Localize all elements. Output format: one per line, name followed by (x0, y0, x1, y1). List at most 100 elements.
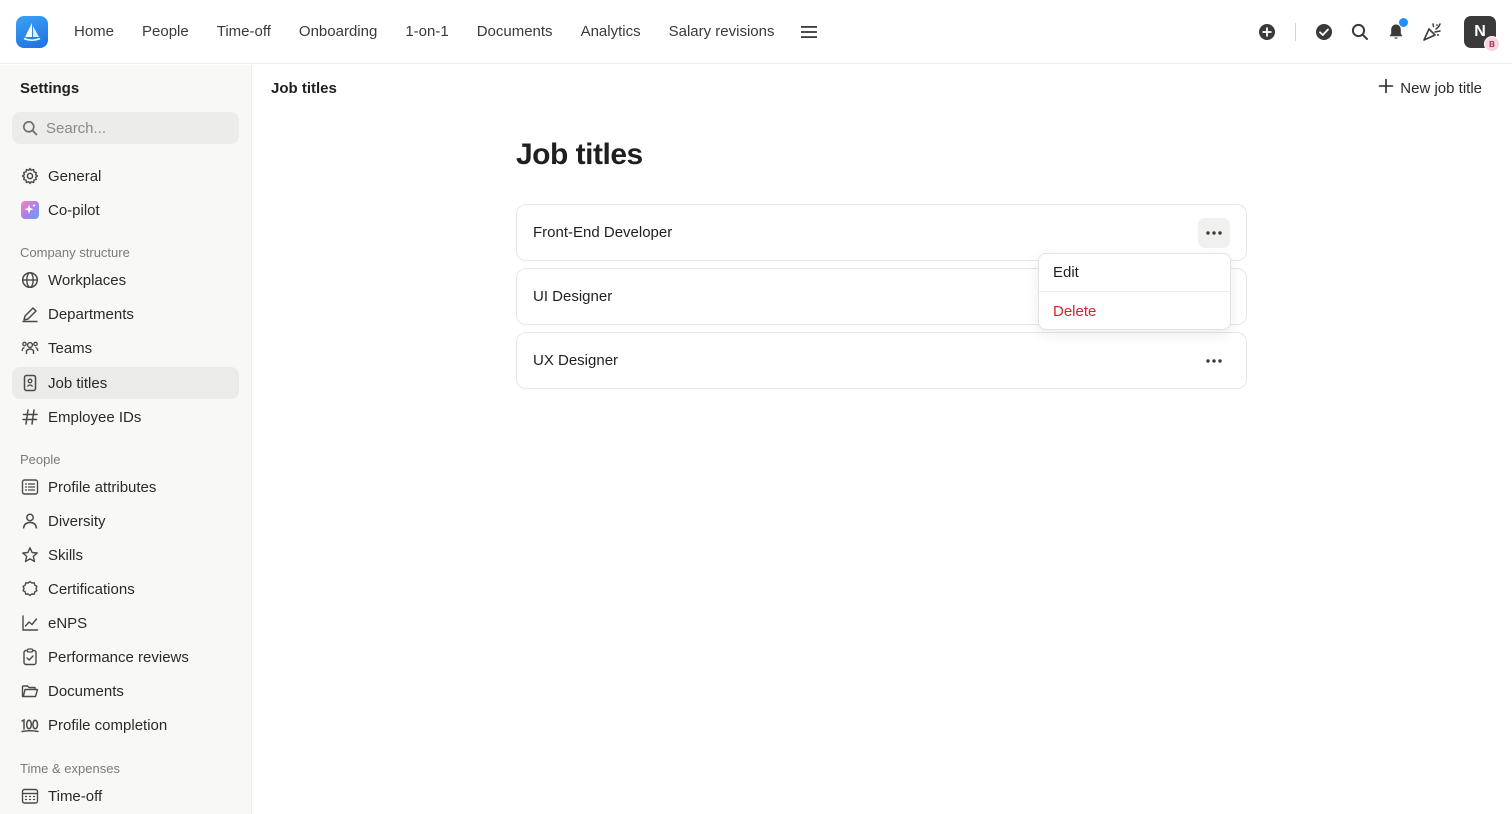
new-job-title-label: New job title (1400, 79, 1482, 97)
breadcrumb: Job titles (271, 80, 337, 97)
sparkle-icon (20, 200, 40, 220)
ellipsis-icon (1206, 359, 1222, 363)
job-title-name: Front-End Developer (533, 224, 673, 241)
sidebar-title: Settings (20, 80, 80, 97)
celebrations-button[interactable] (1420, 20, 1444, 44)
sidebar-item-label: Departments (48, 305, 134, 323)
sidebar-item-label: General (48, 167, 102, 185)
job-title-name: UX Designer (533, 352, 619, 369)
top-navigation-bar: Home People Time-off Onboarding 1-on-1 D… (0, 0, 1512, 64)
sidebar-item-label: Job titles (48, 374, 108, 392)
sidebar-item-performance-reviews[interactable]: Performance reviews (12, 641, 239, 673)
search-button[interactable] (1348, 20, 1372, 44)
delete-menu-item[interactable]: Delete (1039, 292, 1230, 330)
sidebar-item-label: Teams (48, 339, 93, 357)
more-menu-button[interactable] (794, 17, 824, 47)
more-options-button[interactable] (1198, 346, 1230, 376)
plus-icon (1378, 78, 1394, 98)
ellipsis-icon (1206, 231, 1222, 235)
top-right-actions: N B (1243, 14, 1500, 52)
hundred-icon (20, 715, 40, 735)
main-nav: Home People Time-off Onboarding 1-on-1 D… (60, 0, 824, 64)
row-actions-menu: Edit Delete (1038, 253, 1231, 330)
job-title-name: UI Designer (533, 288, 613, 305)
sidebar-item-job-titles[interactable]: Job titles (12, 367, 239, 399)
person-icon (20, 511, 40, 531)
new-job-title-button[interactable]: New job title (1378, 78, 1482, 98)
app-logo[interactable] (16, 16, 48, 48)
list-icon (20, 477, 40, 497)
section-people: People (20, 452, 61, 467)
notifications-button[interactable] (1384, 18, 1408, 44)
workspace-badge: B (1484, 36, 1500, 52)
star-icon (20, 545, 40, 565)
calendar-icon (20, 786, 40, 806)
nav-time-off[interactable]: Time-off (203, 0, 285, 64)
certificate-badge-icon (20, 579, 40, 599)
sidebar-item-label: Diversity (48, 512, 106, 530)
sidebar-item-profile-completion[interactable]: Profile completion (12, 709, 239, 741)
sidebar-item-profile-attributes[interactable]: Profile attributes (12, 471, 239, 503)
sidebar-item-time-off[interactable]: Time-off (12, 780, 239, 812)
sidebar-item-certifications[interactable]: Certifications (12, 573, 239, 605)
sidebar-item-label: Workplaces (48, 271, 127, 289)
more-options-button[interactable] (1198, 218, 1230, 248)
sidebar-search[interactable] (12, 112, 239, 144)
sailboat-icon (23, 23, 41, 42)
nav-home[interactable]: Home (60, 0, 128, 64)
page-title: Job titles (516, 138, 643, 171)
edit-menu-item[interactable]: Edit (1039, 254, 1230, 292)
team-icon (20, 338, 40, 358)
sidebar-item-label: Certifications (48, 580, 135, 598)
gear-icon (20, 166, 40, 186)
hash-icon (20, 407, 40, 427)
sidebar-item-label: Profile completion (48, 716, 168, 734)
sidebar-item-label: eNPS (48, 614, 88, 632)
avatar-initial: N (1474, 23, 1486, 40)
job-title-row[interactable]: UX Designer (516, 332, 1247, 389)
globe-icon (20, 270, 40, 290)
section-company-structure: Company structure (20, 245, 130, 260)
divider (1295, 23, 1296, 41)
sidebar-item-label: Documents (48, 682, 124, 700)
sidebar-item-documents[interactable]: Documents (12, 675, 239, 707)
sidebar-item-label: Performance reviews (48, 648, 189, 666)
add-button[interactable] (1255, 20, 1279, 44)
sidebar-item-label: Co-pilot (48, 201, 100, 219)
sidebar-item-general[interactable]: General (12, 160, 239, 192)
folder-icon (20, 681, 40, 701)
section-time-expenses: Time & expenses (20, 761, 120, 776)
sidebar-item-employee-ids[interactable]: Employee IDs (12, 401, 239, 433)
sidebar-item-label: Employee IDs (48, 408, 142, 426)
sidebar-item-label: Profile attributes (48, 478, 157, 496)
settings-sidebar: Settings General (0, 65, 252, 814)
sidebar-item-departments[interactable]: Departments (12, 298, 239, 330)
check-circle-icon (1316, 24, 1332, 40)
user-avatar[interactable]: N B (1464, 16, 1500, 52)
pen-icon (20, 304, 40, 324)
sidebar-item-label: Skills (48, 546, 84, 564)
hamburger-icon (801, 26, 818, 38)
nav-1-on-1[interactable]: 1-on-1 (391, 0, 462, 64)
nav-salary-revisions[interactable]: Salary revisions (655, 0, 789, 64)
sidebar-item-diversity[interactable]: Diversity (12, 505, 239, 537)
clipboard-check-icon (20, 647, 40, 667)
sidebar-item-workplaces[interactable]: Workplaces (12, 264, 239, 296)
tasks-button[interactable] (1312, 20, 1336, 44)
party-popper-icon (1423, 23, 1441, 41)
nav-people[interactable]: People (128, 0, 203, 64)
nav-documents[interactable]: Documents (463, 0, 567, 64)
sidebar-item-enps[interactable]: eNPS (12, 607, 239, 639)
search-icon (1351, 23, 1368, 40)
nav-onboarding[interactable]: Onboarding (285, 0, 391, 64)
id-badge-icon (20, 373, 40, 393)
search-icon (23, 121, 38, 136)
sidebar-item-co-pilot[interactable]: Co-pilot (12, 194, 239, 226)
line-chart-icon (20, 613, 40, 633)
plus-circle-icon (1259, 24, 1275, 40)
nav-analytics[interactable]: Analytics (567, 0, 655, 64)
sidebar-item-teams[interactable]: Teams (12, 332, 239, 364)
search-input[interactable] (46, 119, 216, 137)
notification-dot (1399, 18, 1408, 27)
sidebar-item-skills[interactable]: Skills (12, 539, 239, 571)
